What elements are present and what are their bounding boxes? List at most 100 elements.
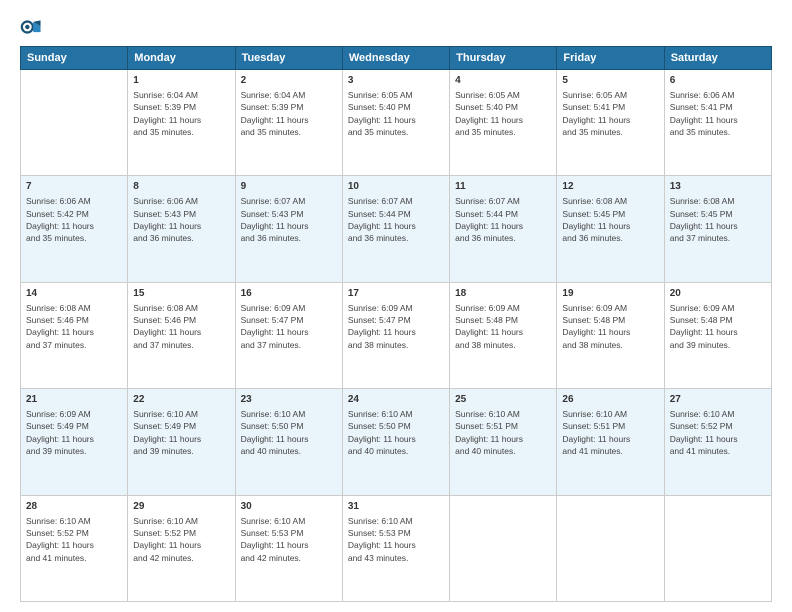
day-cell: 13Sunrise: 6:08 AM Sunset: 5:45 PM Dayli… <box>664 176 771 282</box>
day-number: 13 <box>670 180 766 194</box>
day-info: Sunrise: 6:07 AM Sunset: 5:43 PM Dayligh… <box>241 195 337 244</box>
day-info: Sunrise: 6:09 AM Sunset: 5:47 PM Dayligh… <box>241 302 337 351</box>
header-cell-tuesday: Tuesday <box>235 47 342 70</box>
day-info: Sunrise: 6:08 AM Sunset: 5:46 PM Dayligh… <box>133 302 229 351</box>
day-info: Sunrise: 6:06 AM Sunset: 5:43 PM Dayligh… <box>133 195 229 244</box>
day-number: 19 <box>562 287 658 301</box>
day-info: Sunrise: 6:09 AM Sunset: 5:47 PM Dayligh… <box>348 302 444 351</box>
day-number: 1 <box>133 74 229 88</box>
day-cell: 12Sunrise: 6:08 AM Sunset: 5:45 PM Dayli… <box>557 176 664 282</box>
day-cell: 2Sunrise: 6:04 AM Sunset: 5:39 PM Daylig… <box>235 70 342 176</box>
day-number: 24 <box>348 393 444 407</box>
day-number: 25 <box>455 393 551 407</box>
day-cell: 23Sunrise: 6:10 AM Sunset: 5:50 PM Dayli… <box>235 389 342 495</box>
day-info: Sunrise: 6:04 AM Sunset: 5:39 PM Dayligh… <box>241 89 337 138</box>
day-cell: 3Sunrise: 6:05 AM Sunset: 5:40 PM Daylig… <box>342 70 449 176</box>
day-number: 22 <box>133 393 229 407</box>
week-row-3: 14Sunrise: 6:08 AM Sunset: 5:46 PM Dayli… <box>21 282 772 388</box>
header <box>20 16 772 38</box>
day-info: Sunrise: 6:08 AM Sunset: 5:46 PM Dayligh… <box>26 302 122 351</box>
day-info: Sunrise: 6:08 AM Sunset: 5:45 PM Dayligh… <box>670 195 766 244</box>
calendar-body: 1Sunrise: 6:04 AM Sunset: 5:39 PM Daylig… <box>21 70 772 602</box>
day-number: 20 <box>670 287 766 301</box>
header-cell-saturday: Saturday <box>664 47 771 70</box>
day-info: Sunrise: 6:06 AM Sunset: 5:41 PM Dayligh… <box>670 89 766 138</box>
day-info: Sunrise: 6:10 AM Sunset: 5:51 PM Dayligh… <box>562 408 658 457</box>
week-row-1: 1Sunrise: 6:04 AM Sunset: 5:39 PM Daylig… <box>21 70 772 176</box>
day-cell: 15Sunrise: 6:08 AM Sunset: 5:46 PM Dayli… <box>128 282 235 388</box>
day-info: Sunrise: 6:05 AM Sunset: 5:40 PM Dayligh… <box>348 89 444 138</box>
day-info: Sunrise: 6:06 AM Sunset: 5:42 PM Dayligh… <box>26 195 122 244</box>
header-row: SundayMondayTuesdayWednesdayThursdayFrid… <box>21 47 772 70</box>
day-info: Sunrise: 6:09 AM Sunset: 5:49 PM Dayligh… <box>26 408 122 457</box>
day-number: 9 <box>241 180 337 194</box>
day-info: Sunrise: 6:10 AM Sunset: 5:50 PM Dayligh… <box>348 408 444 457</box>
day-cell: 21Sunrise: 6:09 AM Sunset: 5:49 PM Dayli… <box>21 389 128 495</box>
day-cell: 19Sunrise: 6:09 AM Sunset: 5:48 PM Dayli… <box>557 282 664 388</box>
week-row-2: 7Sunrise: 6:06 AM Sunset: 5:42 PM Daylig… <box>21 176 772 282</box>
day-cell: 29Sunrise: 6:10 AM Sunset: 5:52 PM Dayli… <box>128 495 235 601</box>
day-info: Sunrise: 6:10 AM Sunset: 5:53 PM Dayligh… <box>348 515 444 564</box>
day-number: 31 <box>348 500 444 514</box>
day-info: Sunrise: 6:07 AM Sunset: 5:44 PM Dayligh… <box>455 195 551 244</box>
day-number: 28 <box>26 500 122 514</box>
header-cell-wednesday: Wednesday <box>342 47 449 70</box>
day-number: 23 <box>241 393 337 407</box>
day-cell: 7Sunrise: 6:06 AM Sunset: 5:42 PM Daylig… <box>21 176 128 282</box>
day-number: 29 <box>133 500 229 514</box>
day-info: Sunrise: 6:05 AM Sunset: 5:40 PM Dayligh… <box>455 89 551 138</box>
calendar-table: SundayMondayTuesdayWednesdayThursdayFrid… <box>20 46 772 602</box>
day-cell: 8Sunrise: 6:06 AM Sunset: 5:43 PM Daylig… <box>128 176 235 282</box>
day-info: Sunrise: 6:09 AM Sunset: 5:48 PM Dayligh… <box>670 302 766 351</box>
day-number: 11 <box>455 180 551 194</box>
day-info: Sunrise: 6:10 AM Sunset: 5:52 PM Dayligh… <box>26 515 122 564</box>
day-number: 7 <box>26 180 122 194</box>
day-cell <box>450 495 557 601</box>
logo <box>20 16 46 38</box>
day-cell: 4Sunrise: 6:05 AM Sunset: 5:40 PM Daylig… <box>450 70 557 176</box>
day-cell: 25Sunrise: 6:10 AM Sunset: 5:51 PM Dayli… <box>450 389 557 495</box>
day-info: Sunrise: 6:10 AM Sunset: 5:53 PM Dayligh… <box>241 515 337 564</box>
day-number: 27 <box>670 393 766 407</box>
day-cell <box>664 495 771 601</box>
day-number: 4 <box>455 74 551 88</box>
day-cell <box>557 495 664 601</box>
day-cell: 9Sunrise: 6:07 AM Sunset: 5:43 PM Daylig… <box>235 176 342 282</box>
day-number: 12 <box>562 180 658 194</box>
day-cell: 16Sunrise: 6:09 AM Sunset: 5:47 PM Dayli… <box>235 282 342 388</box>
day-number: 17 <box>348 287 444 301</box>
day-number: 3 <box>348 74 444 88</box>
day-info: Sunrise: 6:04 AM Sunset: 5:39 PM Dayligh… <box>133 89 229 138</box>
day-cell: 11Sunrise: 6:07 AM Sunset: 5:44 PM Dayli… <box>450 176 557 282</box>
day-cell: 1Sunrise: 6:04 AM Sunset: 5:39 PM Daylig… <box>128 70 235 176</box>
calendar-header: SundayMondayTuesdayWednesdayThursdayFrid… <box>21 47 772 70</box>
day-number: 8 <box>133 180 229 194</box>
day-cell: 6Sunrise: 6:06 AM Sunset: 5:41 PM Daylig… <box>664 70 771 176</box>
day-info: Sunrise: 6:09 AM Sunset: 5:48 PM Dayligh… <box>562 302 658 351</box>
day-cell: 5Sunrise: 6:05 AM Sunset: 5:41 PM Daylig… <box>557 70 664 176</box>
header-cell-sunday: Sunday <box>21 47 128 70</box>
day-number: 26 <box>562 393 658 407</box>
header-cell-friday: Friday <box>557 47 664 70</box>
day-info: Sunrise: 6:08 AM Sunset: 5:45 PM Dayligh… <box>562 195 658 244</box>
day-number: 2 <box>241 74 337 88</box>
day-info: Sunrise: 6:10 AM Sunset: 5:52 PM Dayligh… <box>670 408 766 457</box>
week-row-4: 21Sunrise: 6:09 AM Sunset: 5:49 PM Dayli… <box>21 389 772 495</box>
day-cell: 28Sunrise: 6:10 AM Sunset: 5:52 PM Dayli… <box>21 495 128 601</box>
day-cell: 14Sunrise: 6:08 AM Sunset: 5:46 PM Dayli… <box>21 282 128 388</box>
day-info: Sunrise: 6:05 AM Sunset: 5:41 PM Dayligh… <box>562 89 658 138</box>
day-number: 10 <box>348 180 444 194</box>
day-number: 15 <box>133 287 229 301</box>
day-info: Sunrise: 6:07 AM Sunset: 5:44 PM Dayligh… <box>348 195 444 244</box>
day-cell: 17Sunrise: 6:09 AM Sunset: 5:47 PM Dayli… <box>342 282 449 388</box>
header-cell-thursday: Thursday <box>450 47 557 70</box>
day-number: 5 <box>562 74 658 88</box>
day-cell: 20Sunrise: 6:09 AM Sunset: 5:48 PM Dayli… <box>664 282 771 388</box>
day-number: 16 <box>241 287 337 301</box>
day-info: Sunrise: 6:10 AM Sunset: 5:51 PM Dayligh… <box>455 408 551 457</box>
week-row-5: 28Sunrise: 6:10 AM Sunset: 5:52 PM Dayli… <box>21 495 772 601</box>
day-cell: 18Sunrise: 6:09 AM Sunset: 5:48 PM Dayli… <box>450 282 557 388</box>
page: SundayMondayTuesdayWednesdayThursdayFrid… <box>0 0 792 612</box>
day-info: Sunrise: 6:10 AM Sunset: 5:49 PM Dayligh… <box>133 408 229 457</box>
day-cell <box>21 70 128 176</box>
